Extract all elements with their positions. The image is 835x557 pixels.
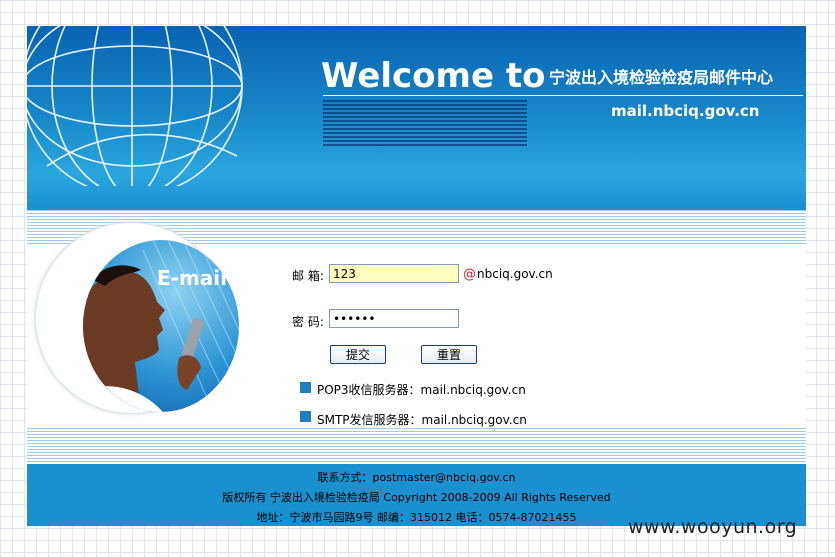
- pop3-server-info: POP3收信服务器：mail.nbciq.gov.cn: [317, 383, 526, 397]
- at-symbol: @: [463, 267, 476, 282]
- email-photo-label: E-mail: [157, 266, 228, 290]
- footer-contact: 联系方式：postmaster@nbciq.gov.cn: [317, 471, 516, 484]
- bullet-square-icon: [300, 411, 311, 422]
- bottom-stripe-band: [27, 428, 806, 464]
- welcome-heading: Welcome to: [321, 56, 546, 96]
- bullet-square-icon: [300, 382, 311, 393]
- globe-icon: [27, 26, 243, 186]
- password-input[interactable]: [329, 309, 459, 328]
- header-banner: Welcome to 宁波出入境检验检疫局邮件中心 mail.nbciq.gov…: [27, 26, 806, 210]
- email-input[interactable]: [329, 264, 459, 283]
- banner-divider: [323, 95, 803, 96]
- reset-button[interactable]: 重置: [421, 345, 477, 364]
- page-frame: Welcome to 宁波出入境检验检疫局邮件中心 mail.nbciq.gov…: [27, 26, 806, 526]
- watermark: www.wooyun.org: [628, 516, 798, 538]
- mail-domain-suffix: nbciq.gov.cn: [477, 267, 553, 281]
- footer-copyright: 版权所有 宁波出入境检验检疫局 Copyright 2008-2009 All …: [222, 491, 611, 504]
- email-label: 邮 箱:: [292, 269, 324, 283]
- banner-domain: mail.nbciq.gov.cn: [611, 102, 760, 120]
- decorative-text-block: [323, 100, 527, 148]
- smtp-server-info: SMTP发信服务器：mail.nbciq.gov.cn: [317, 413, 527, 427]
- organization-name: 宁波出入境检验检疫局邮件中心: [549, 68, 774, 87]
- submit-button[interactable]: 提交: [330, 345, 386, 364]
- password-label: 密 码:: [292, 315, 324, 329]
